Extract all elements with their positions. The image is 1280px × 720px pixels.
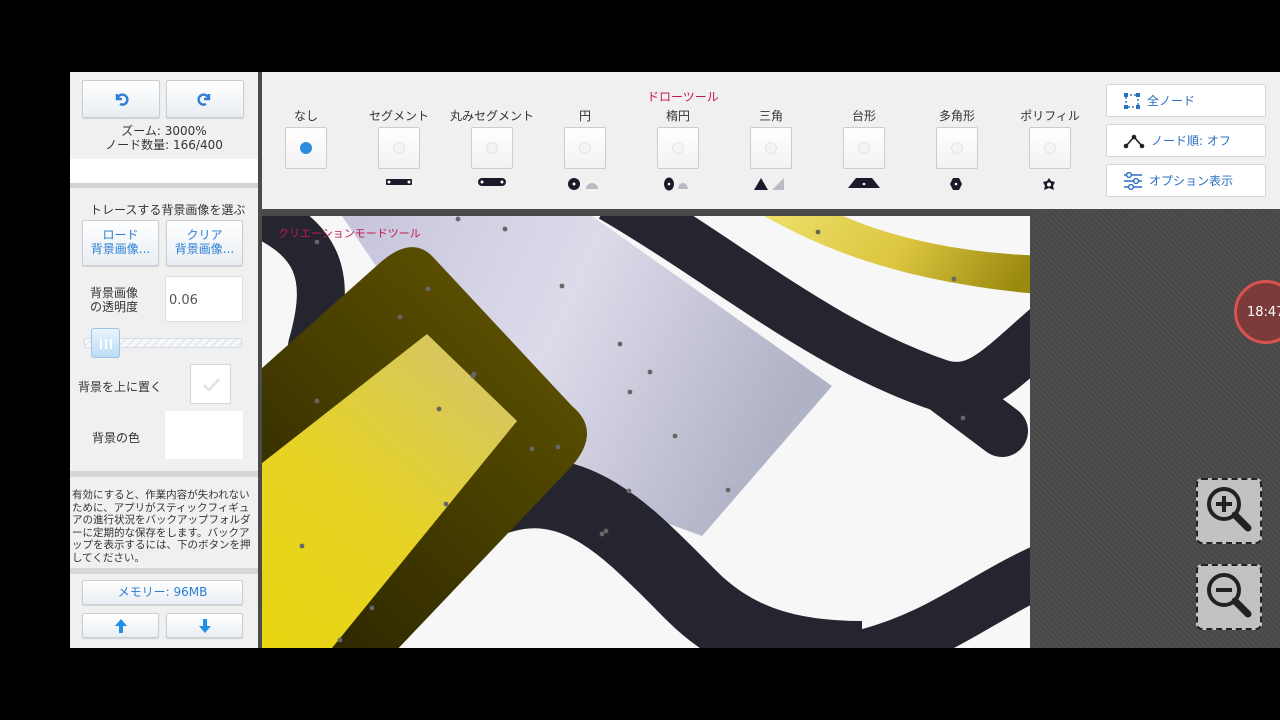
tool-label-round-segment: 丸みセグメント xyxy=(449,109,534,123)
tool-ellipse-radio[interactable] xyxy=(657,127,699,169)
clear-background-button[interactable]: クリア 背景画像... xyxy=(166,220,243,266)
drawing-canvas[interactable]: クリエーションモードツール xyxy=(262,216,1030,648)
polyfill-icon xyxy=(1043,178,1055,190)
tool-none-radio[interactable] xyxy=(285,127,327,169)
draw-tool-title: ドローツール xyxy=(647,90,719,104)
node-count: ノード数量: 166/400 xyxy=(105,138,223,152)
clear-label-1: クリア xyxy=(186,228,223,243)
app-window: ズーム: 3000% ノード数量: 166/400 トレースする背景画像を選ぶ … xyxy=(70,72,1280,648)
tool-segment-radio[interactable] xyxy=(378,127,420,169)
trapezoid-icon xyxy=(848,178,880,188)
opacity-label-line1: 背景画像 xyxy=(90,286,139,300)
segment-icon xyxy=(386,179,412,185)
tool-label-polyfill: ポリフィル xyxy=(1020,109,1080,123)
load-background-button[interactable]: ロード 背景画像... xyxy=(82,220,159,266)
opacity-label: 背景画像 の透明度 xyxy=(90,286,138,314)
zoom-in-icon xyxy=(1207,487,1252,532)
load-label-1: ロード xyxy=(102,228,139,243)
divider xyxy=(70,568,258,574)
tool-label-ellipse: 楕円 xyxy=(665,109,690,123)
load-label-2: 背景画像... xyxy=(90,242,151,256)
ellipse-icon xyxy=(664,177,688,191)
memory-label: メモリー: 96MB xyxy=(117,584,208,599)
options-sliders-icon xyxy=(1124,171,1142,190)
zoom-in-button[interactable] xyxy=(1196,478,1262,544)
creation-mode-label: クリエーションモードツール xyxy=(278,227,421,240)
node-order-button[interactable]: ノード順: オフ xyxy=(1106,124,1266,157)
move-down-button[interactable] xyxy=(166,613,243,638)
tool-round-segment-radio[interactable] xyxy=(471,127,513,169)
stick-figure-drawing xyxy=(262,216,1030,648)
opacity-label-line2: の透明度 xyxy=(90,300,139,314)
clear-label-2: 背景画像... xyxy=(174,242,235,256)
tool-trapezoid-radio[interactable] xyxy=(843,127,885,169)
bg-on-top-checkbox[interactable] xyxy=(190,364,231,404)
undo-button[interactable] xyxy=(82,80,160,118)
bg-color-label: 背景の色 xyxy=(92,431,141,445)
tool-label-none: なし xyxy=(293,109,318,123)
node-order-label: ノード順: オフ xyxy=(1151,134,1231,148)
bg-on-top-label: 背景を上に置く xyxy=(78,380,163,394)
zoom-out-button[interactable] xyxy=(1196,564,1262,630)
tool-triangle-radio[interactable] xyxy=(750,127,792,169)
polygon-icon xyxy=(950,178,962,190)
zoom-info: ズーム: 3000% ノード数量: 166/400 xyxy=(70,124,258,152)
node-order-icon xyxy=(1123,134,1145,148)
tool-label-segment: セグメント xyxy=(368,109,429,123)
move-up-button[interactable] xyxy=(82,613,159,638)
divider xyxy=(70,183,258,188)
arrow-up-icon xyxy=(114,618,127,633)
backup-info-text: 有効にすると、作業内容が失われないために、アプリがスティックフィギュアの進行状況… xyxy=(72,489,251,564)
options-label: オプション表示 xyxy=(1149,174,1234,188)
tool-label-circle: 円 xyxy=(578,109,591,123)
draw-toolbar: ドローツール なし セグメント 丸みセグメント 円 楕円 三角 台形 多角形 ポ… xyxy=(262,72,1280,209)
undo-icon xyxy=(115,93,129,106)
zoom-level: ズーム: 3000% xyxy=(121,124,207,138)
divider xyxy=(70,159,258,183)
checkmark-icon xyxy=(203,378,220,392)
divider xyxy=(70,471,258,477)
opacity-slider-thumb[interactable] xyxy=(91,328,120,358)
triangle-icon xyxy=(754,178,784,190)
redo-icon xyxy=(197,93,211,106)
zoom-out-icon xyxy=(1207,573,1252,618)
all-nodes-button[interactable]: 全ノード xyxy=(1106,84,1266,117)
arrow-down-icon xyxy=(198,618,211,633)
tool-label-polygon: 多角形 xyxy=(938,109,975,123)
show-options-button[interactable]: オプション表示 xyxy=(1106,164,1266,197)
redo-button[interactable] xyxy=(166,80,244,118)
bg-color-swatch[interactable] xyxy=(165,411,243,459)
tool-polyfill-radio[interactable] xyxy=(1029,127,1071,169)
tool-polygon-radio[interactable] xyxy=(936,127,978,169)
left-panel: ズーム: 3000% ノード数量: 166/400 トレースする背景画像を選ぶ … xyxy=(70,72,258,648)
round-segment-icon xyxy=(478,178,506,186)
circle-icon xyxy=(568,178,598,190)
tool-label-trapezoid: 台形 xyxy=(851,109,876,123)
all-nodes-label: 全ノード xyxy=(1147,94,1196,108)
select-all-nodes-icon xyxy=(1124,92,1140,109)
trace-title: トレースする背景画像を選ぶ xyxy=(90,203,246,217)
opacity-input[interactable]: 0.06 xyxy=(165,276,243,322)
tool-label-triangle: 三角 xyxy=(758,109,783,123)
tool-circle-radio[interactable] xyxy=(564,127,606,169)
memory-button[interactable]: メモリー: 96MB xyxy=(82,580,243,605)
